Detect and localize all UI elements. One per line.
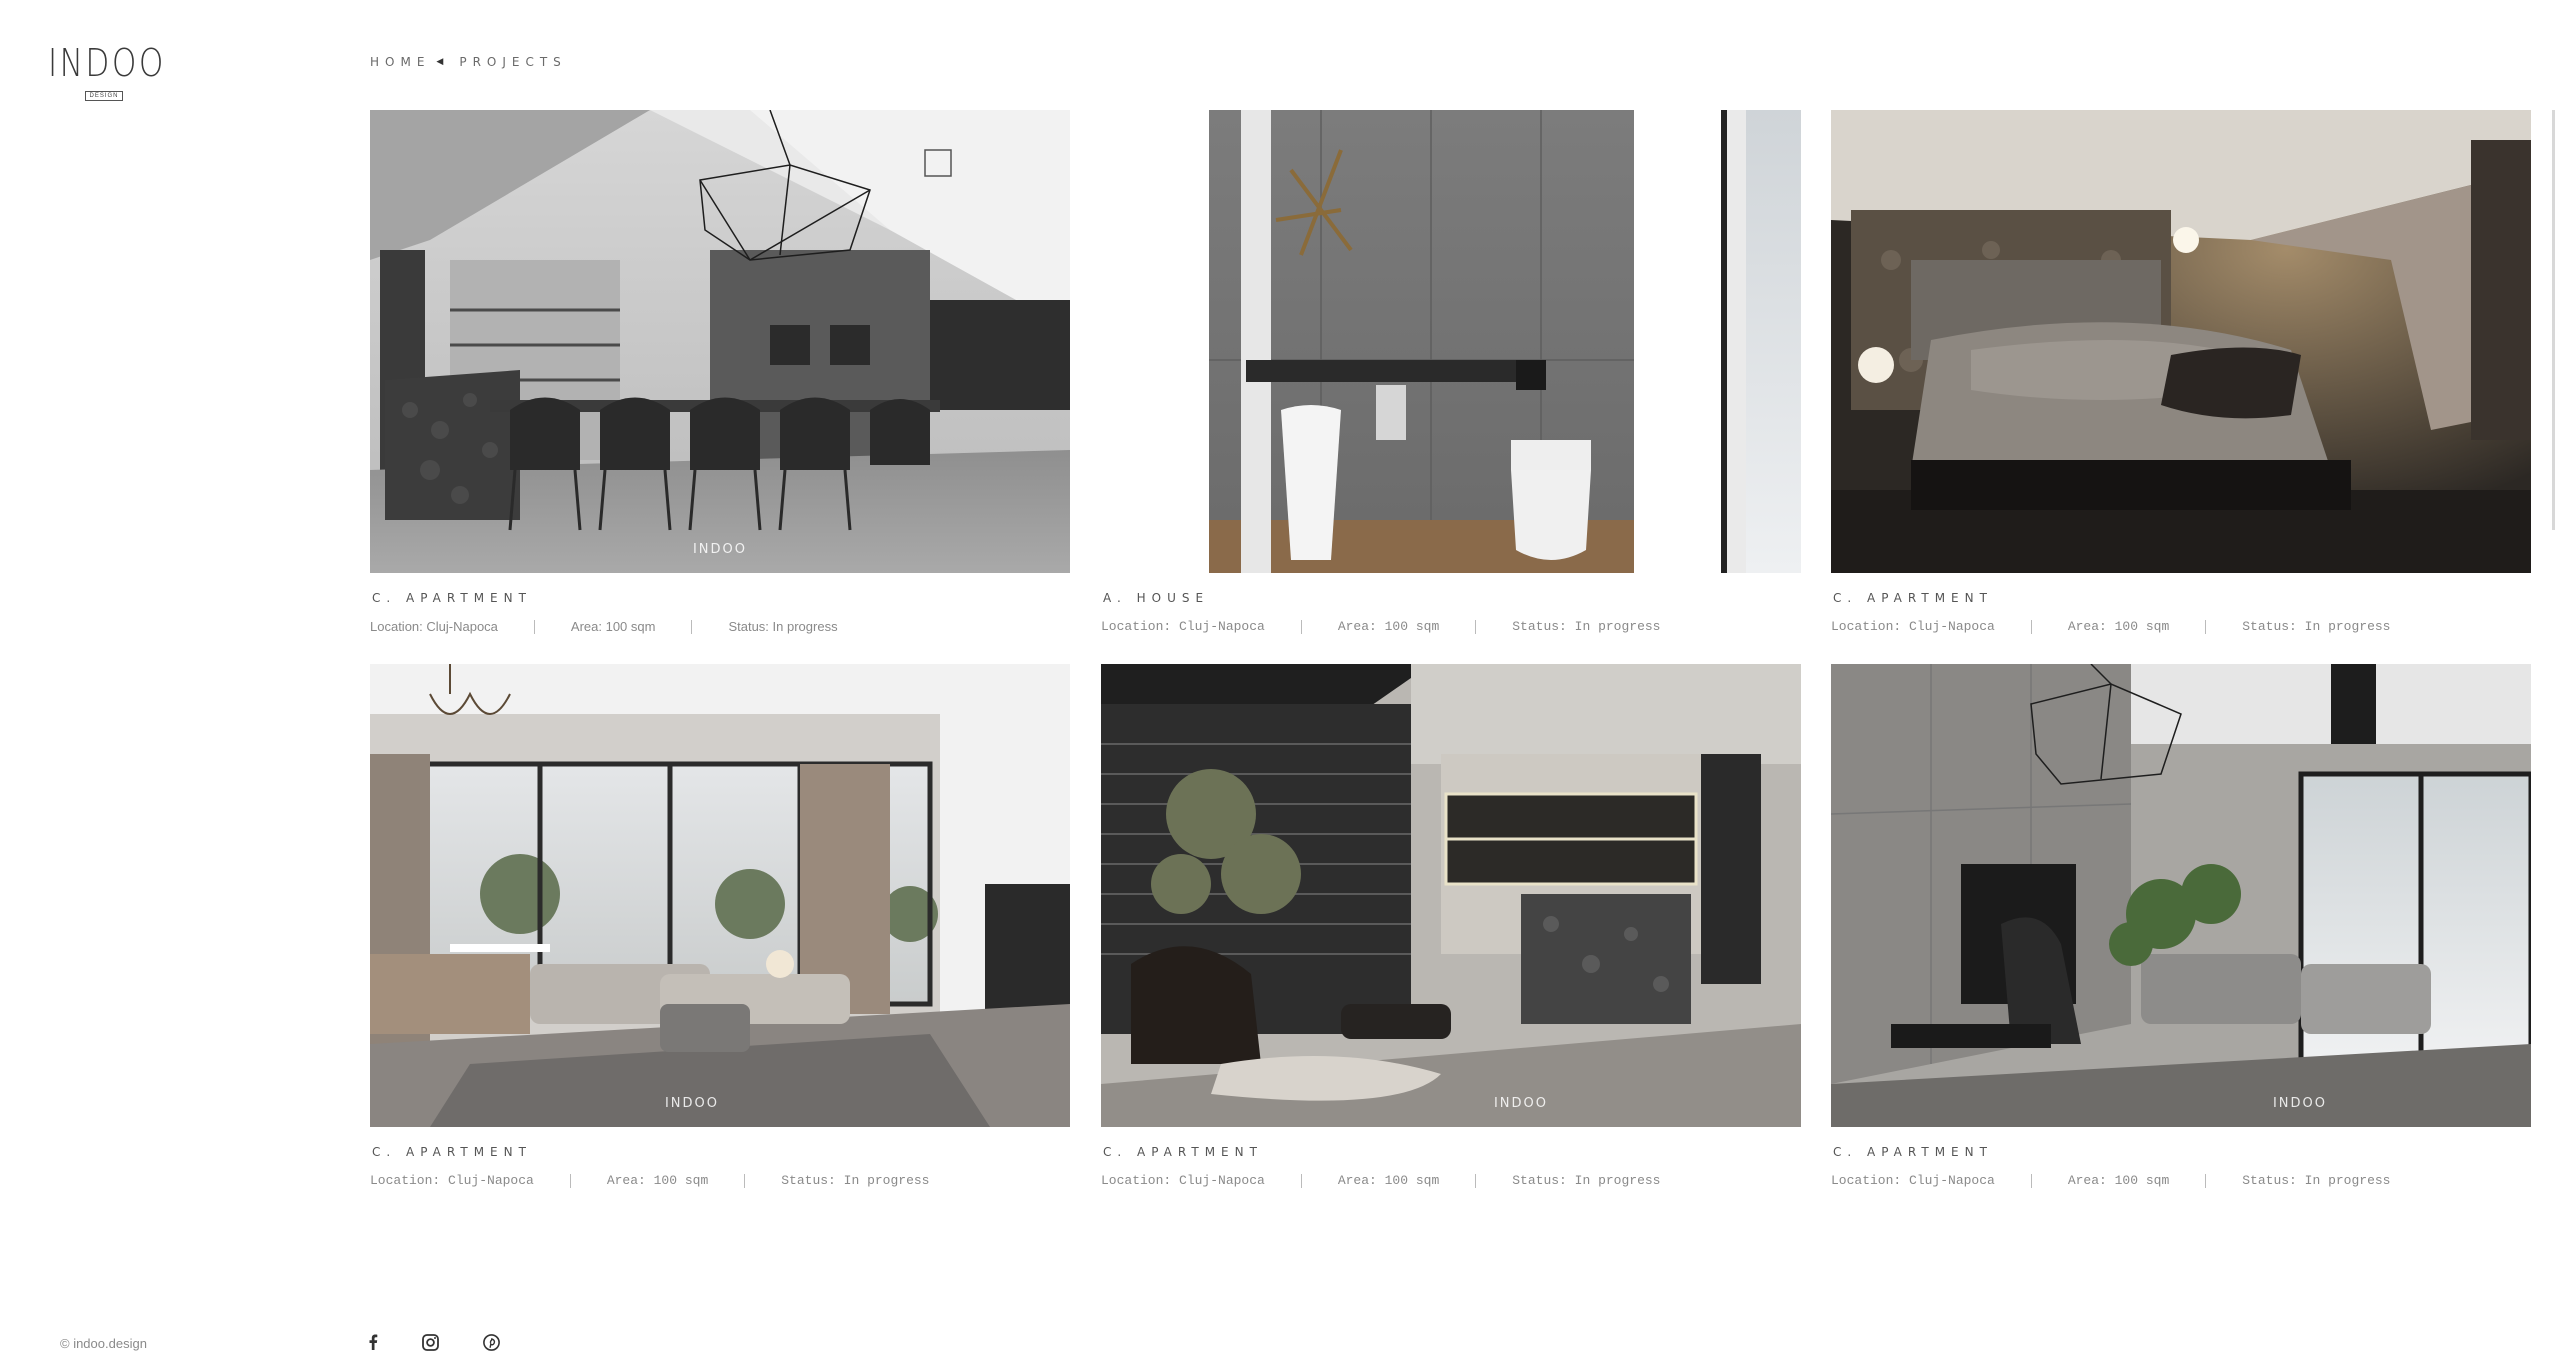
facebook-icon[interactable] [362,1332,384,1352]
project-image[interactable]: INDOO [370,110,1070,573]
project-watermark: INDOO [664,1096,720,1111]
logo[interactable]: INDOO DESIGN [48,41,166,101]
project-meta: Location: Cluj-Napoca Area: 100 sqm Stat… [370,619,1070,634]
pinterest-icon[interactable] [480,1332,502,1352]
scrollbar[interactable] [2552,110,2555,1130]
project-area: Area: 100 sqm [2067,619,2170,634]
meta-divider [2030,1173,2032,1188]
project-title[interactable]: C. APARTMENT [1101,1145,1801,1161]
project-location: Location: Cluj-Napoca [1831,619,1995,634]
logo-wordmark: INDOO [48,41,166,85]
logo-subtitle: DESIGN [85,91,123,101]
project-card[interactable]: INDOO C. APARTMENT Location: Cluj-Napoca… [1831,664,2531,1188]
project-status: Status: In progress [728,619,838,634]
project-area: Area: 100 sqm [1337,1173,1440,1188]
project-card[interactable]: A. HOUSE Location: Cluj-Napoca Area: 100… [1101,110,1801,634]
project-meta: Location: Cluj-Napoca Area: 100 sqm Stat… [1101,619,1801,634]
meta-divider [533,619,535,634]
project-card[interactable]: C. APARTMENT Location: Cluj-Napoca Area:… [1831,110,2531,634]
meta-divider [744,1173,746,1188]
project-title[interactable]: C. APARTMENT [370,591,1070,607]
project-meta: Location: Cluj-Napoca Area: 100 sqm Stat… [1831,619,2531,634]
meta-divider [2205,619,2207,634]
meta-divider [569,1173,571,1188]
project-meta: Location: Cluj-Napoca Area: 100 sqm Stat… [1101,1173,1801,1188]
project-card[interactable]: INDOO C. APARTMENT Location: Cluj-Napoca… [1101,664,1801,1188]
project-meta: Location: Cluj-Napoca Area: 100 sqm Stat… [1831,1173,2531,1188]
scrollbar-thumb[interactable] [2552,110,2555,530]
project-location: Location: Cluj-Napoca [1101,1173,1265,1188]
project-watermark: INDOO [1493,1096,1549,1111]
project-status: Status: In progress [1512,1173,1661,1188]
meta-divider [2030,619,2032,634]
project-image[interactable] [1831,110,2531,573]
project-area: Area: 100 sqm [570,619,656,634]
project-status: Status: In progress [2242,1173,2391,1188]
project-image[interactable]: INDOO [370,664,1070,1127]
meta-divider [1475,1173,1477,1188]
copyright: © indoo.design [60,1336,147,1351]
breadcrumb-home[interactable]: HOME [370,55,430,69]
project-card[interactable]: INDOO C. APARTMENT Location: Cluj-Napoca… [370,664,1070,1188]
project-image[interactable]: INDOO [1831,664,2531,1127]
project-title[interactable]: C. APARTMENT [370,1145,1070,1161]
project-location: Location: Cluj-Napoca [1831,1173,1995,1188]
project-status: Status: In progress [781,1173,930,1188]
meta-divider [1300,1173,1302,1188]
meta-divider [691,619,693,634]
project-watermark: INDOO [2272,1096,2328,1111]
project-area: Area: 100 sqm [606,1173,709,1188]
project-image[interactable]: INDOO [1101,664,1801,1127]
project-meta: Location: Cluj-Napoca Area: 100 sqm Stat… [370,1173,1070,1188]
meta-divider [2205,1173,2207,1188]
project-location: Location: Cluj-Napoca [370,1173,534,1188]
project-location: Location: Cluj-Napoca [370,619,498,634]
project-location: Location: Cluj-Napoca [1101,619,1265,634]
project-title[interactable]: C. APARTMENT [1831,1145,2531,1161]
project-title[interactable]: A. HOUSE [1101,591,1801,607]
breadcrumb-current: PROJECTS [459,55,567,69]
project-image[interactable] [1101,110,1801,573]
meta-divider [1475,619,1477,634]
project-card[interactable]: INDOO C. APARTMENT Location: Cluj-Napoca… [370,110,1070,634]
project-status: Status: In progress [2242,619,2391,634]
instagram-icon[interactable] [419,1332,441,1352]
project-area: Area: 100 sqm [1337,619,1440,634]
breadcrumb-separator-icon: ◀ [436,57,444,67]
project-area: Area: 100 sqm [2067,1173,2170,1188]
project-status: Status: In progress [1512,619,1661,634]
breadcrumb: HOME ◀ PROJECTS [370,55,567,69]
project-title[interactable]: C. APARTMENT [1831,591,2531,607]
meta-divider [1300,619,1302,634]
project-watermark: INDOO [692,542,748,557]
